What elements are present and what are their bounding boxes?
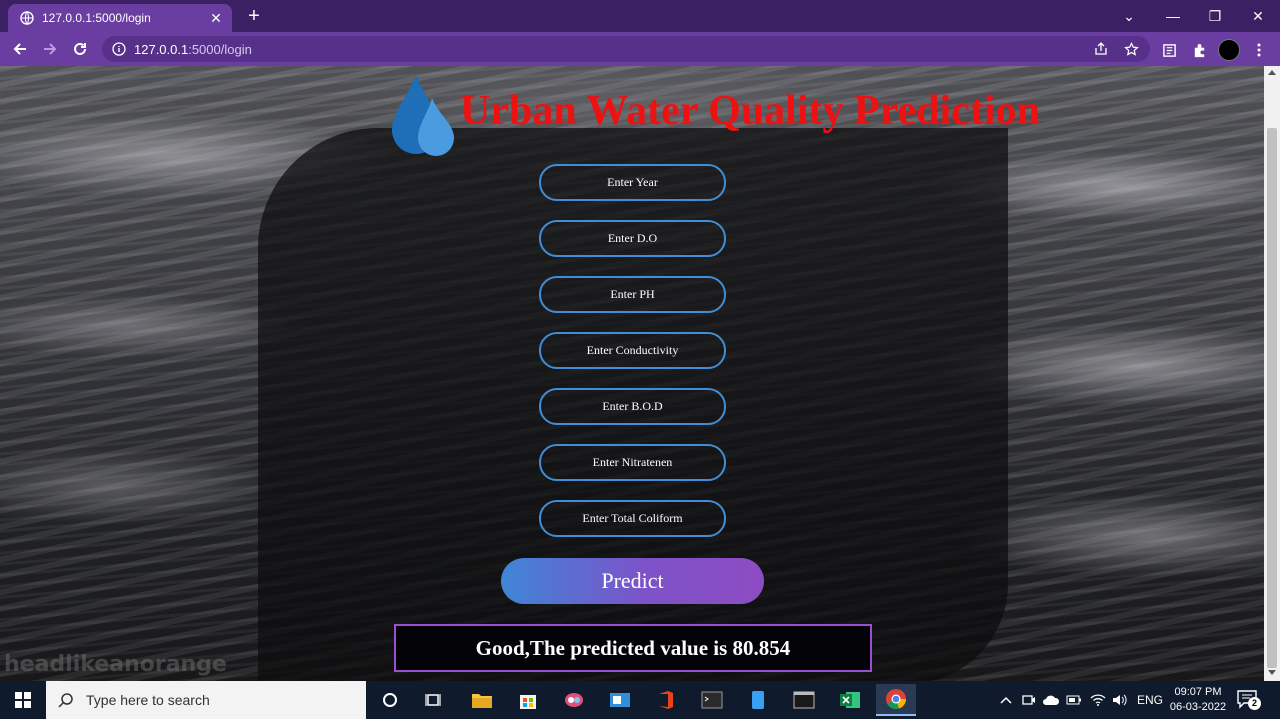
profile-avatar[interactable] — [1218, 39, 1240, 61]
file-explorer-app[interactable] — [462, 684, 502, 716]
system-clock[interactable]: 09:07 PM 06-03-2022 — [1166, 685, 1230, 715]
browser-toolbar: 127.0.0.1:5000/login — [0, 32, 1280, 66]
search-icon — [58, 693, 73, 708]
chrome-app-active[interactable] — [876, 684, 916, 716]
close-window-button[interactable]: ✕ — [1236, 0, 1280, 32]
notification-count: 2 — [1248, 697, 1261, 710]
tab-title: 127.0.0.1:5000/login — [42, 11, 151, 25]
extensions-puzzle-icon[interactable] — [1188, 39, 1210, 61]
cortana-circle-icon — [383, 693, 397, 707]
total-coliform-input[interactable] — [539, 500, 726, 537]
taskbar-search[interactable]: Type here to search — [46, 681, 366, 719]
phone-icon — [752, 691, 764, 709]
phone-link-app[interactable] — [738, 684, 778, 716]
chrome-icon — [886, 689, 906, 709]
nitratenen-input[interactable] — [539, 444, 726, 481]
tab-search-chevron-icon[interactable]: ⌄ — [1107, 0, 1151, 32]
vertical-scrollbar[interactable] — [1264, 66, 1280, 681]
reload-icon — [74, 42, 86, 55]
scroll-thumb[interactable] — [1267, 128, 1277, 668]
menu-kebab-icon[interactable] — [1248, 39, 1270, 61]
onedrive-cloud-icon[interactable] — [1042, 681, 1060, 719]
maximize-button[interactable]: ❐ — [1193, 0, 1237, 32]
meet-now-icon[interactable] — [1022, 681, 1036, 719]
office-app[interactable] — [646, 684, 686, 716]
windows-taskbar: Type here to search ENG 09:07 PM 06-03-2… — [0, 681, 1280, 719]
input-language[interactable]: ENG — [1137, 681, 1163, 719]
address-bar[interactable]: 127.0.0.1:5000/login — [102, 36, 1150, 62]
predict-button[interactable]: Predict — [501, 558, 764, 604]
cortana-button[interactable] — [370, 684, 410, 716]
mail-app-icon — [610, 693, 630, 707]
clock-date: 06-03-2022 — [1169, 701, 1227, 713]
cmd-window-icon — [793, 691, 815, 709]
share-icon[interactable] — [1090, 38, 1112, 60]
url-text: 127.0.0.1:5000/login — [134, 42, 1090, 57]
scroll-up-arrow-icon[interactable] — [1268, 70, 1276, 75]
scroll-down-arrow-icon[interactable] — [1268, 670, 1276, 675]
back-button[interactable] — [8, 38, 32, 60]
tab-strip: 127.0.0.1:5000/login ✕ + ⌄ — ❐ ✕ — [0, 0, 1280, 32]
volume-speaker-icon[interactable] — [1112, 681, 1128, 719]
outlook-app[interactable] — [600, 684, 640, 716]
browser-tab-active[interactable]: 127.0.0.1:5000/login ✕ — [8, 4, 232, 32]
page-title: Urban Water Quality Prediction — [460, 88, 1040, 134]
store-app[interactable] — [508, 684, 548, 716]
store-bag-icon — [520, 695, 536, 709]
globe-icon — [20, 11, 34, 25]
back-arrow-icon — [13, 43, 26, 55]
snip-scissors-icon — [565, 693, 583, 707]
year-input[interactable] — [539, 164, 726, 201]
windows-logo-icon — [15, 692, 31, 708]
avatar-icon — [1218, 39, 1240, 61]
clock-time: 09:07 PM — [1174, 686, 1222, 698]
conductivity-input[interactable] — [539, 332, 726, 369]
excel-app[interactable] — [830, 684, 870, 716]
reload-button[interactable] — [68, 38, 92, 60]
new-tab-button[interactable]: + — [244, 6, 264, 26]
battery-icon[interactable] — [1066, 681, 1082, 719]
reading-mode-icon[interactable] — [1158, 39, 1180, 61]
ph-input[interactable] — [539, 276, 726, 313]
notification-center-button[interactable]: 2 — [1236, 689, 1261, 711]
search-placeholder: Type here to search — [86, 692, 210, 708]
task-view-button[interactable] — [414, 684, 454, 716]
url-host: 127.0.0.1 — [134, 41, 189, 57]
forward-button[interactable] — [38, 38, 62, 60]
forward-arrow-icon — [44, 43, 57, 55]
show-hidden-icons-chevron-icon[interactable] — [1000, 681, 1012, 719]
water-drop-logo-icon — [392, 74, 454, 156]
command-prompt-app[interactable] — [784, 684, 824, 716]
folder-icon — [472, 694, 492, 708]
excel-icon — [840, 692, 860, 708]
office-icon — [659, 691, 673, 709]
info-icon[interactable] — [112, 42, 126, 56]
watermark-text: headlikeanorange — [4, 652, 227, 677]
snip-app[interactable] — [554, 684, 594, 716]
bookmark-star-icon[interactable] — [1120, 38, 1142, 60]
minimize-button[interactable]: — — [1151, 0, 1195, 32]
terminal-app[interactable] — [692, 684, 732, 716]
terminal-icon — [701, 691, 723, 709]
task-view-icon — [425, 694, 441, 706]
tab-close-icon[interactable]: ✕ — [206, 8, 226, 28]
prediction-result: Good,The predicted value is 80.854 — [394, 624, 872, 672]
wifi-icon[interactable] — [1090, 681, 1106, 719]
url-path: :5000/login — [188, 41, 252, 57]
dissolved-oxygen-input[interactable] — [539, 220, 726, 257]
page-viewport: Urban Water Quality Prediction Predict G… — [0, 66, 1264, 681]
start-button[interactable] — [0, 681, 46, 719]
bod-input[interactable] — [539, 388, 726, 425]
